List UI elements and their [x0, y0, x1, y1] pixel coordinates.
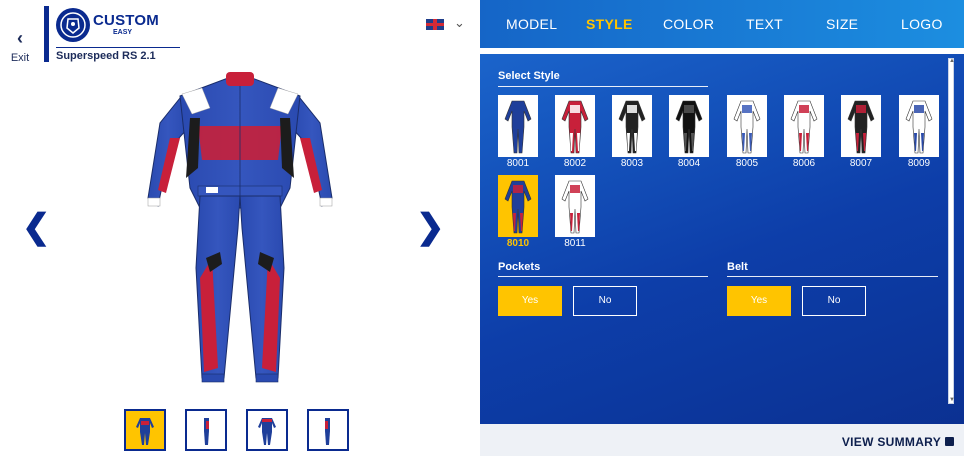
next-view-arrow-icon[interactable]: ❯: [416, 210, 445, 244]
logo-title: CUSTOM: [93, 12, 159, 29]
suit-style-icon: [733, 100, 761, 154]
step-nav: MODEL STYLE COLOR TEXT SIZE LOGO: [480, 0, 964, 48]
pockets-title: Pockets: [498, 261, 541, 273]
belt-no-button[interactable]: No: [802, 286, 866, 316]
style-option-8007[interactable]: [841, 95, 881, 157]
logo-subtitle: EASY: [113, 29, 133, 36]
style-option-8005[interactable]: [727, 95, 767, 157]
model-name: Superspeed RS 2.1: [56, 50, 156, 62]
suit-back-icon: [258, 418, 276, 445]
suit-style-icon: [905, 100, 933, 154]
view-thumbnails: [124, 409, 354, 451]
language-selector[interactable]: ⌄: [426, 15, 470, 32]
suit-style-icon: [504, 180, 532, 234]
style-option-8011[interactable]: [555, 175, 595, 237]
select-style-title: Select Style: [498, 70, 560, 82]
style-code-label: 8010: [506, 238, 530, 249]
logo-divider: [56, 47, 180, 48]
suit-style-icon: [561, 180, 589, 234]
thumb-front[interactable]: [124, 409, 166, 451]
configurator-app: ‹ Exit CUSTOM EASY Superspeed RS 2.1 ⌄ ❮…: [0, 0, 964, 456]
belt-divider: [727, 276, 938, 277]
logo-badge-icon: [56, 8, 90, 42]
exit-button[interactable]: ‹ Exit: [6, 28, 34, 64]
tab-style[interactable]: STYLE: [586, 16, 633, 32]
belt-yes-button[interactable]: Yes: [727, 286, 791, 316]
thumb-right-side[interactable]: [307, 409, 349, 451]
style-code-label: 8005: [735, 158, 759, 169]
tab-color[interactable]: COLOR: [663, 16, 714, 32]
select-style-divider: [498, 86, 708, 87]
pockets-yes-button[interactable]: Yes: [498, 286, 562, 316]
footer-bar: VIEW SUMMARY: [480, 424, 964, 456]
suit-style-icon: [561, 100, 589, 154]
tab-text[interactable]: TEXT: [746, 16, 783, 32]
uk-flag-icon: [426, 19, 444, 30]
suit-style-icon: [504, 100, 532, 154]
style-code-label: 8004: [677, 158, 701, 169]
preview-pane: ‹ Exit CUSTOM EASY Superspeed RS 2.1 ⌄ ❮…: [0, 0, 480, 456]
thumb-back[interactable]: [246, 409, 288, 451]
tab-size[interactable]: SIZE: [826, 16, 858, 32]
style-option-8003[interactable]: [612, 95, 652, 157]
view-summary-label: VIEW SUMMARY: [841, 435, 941, 449]
style-code-label: 8006: [792, 158, 816, 169]
belt-title: Belt: [727, 261, 748, 273]
suit-style-icon: [618, 100, 646, 154]
thumb-left-side[interactable]: [185, 409, 227, 451]
style-code-label: 8007: [849, 158, 873, 169]
chevron-left-icon: ‹: [17, 28, 23, 48]
style-code-label: 8002: [563, 158, 587, 169]
tab-model[interactable]: MODEL: [506, 16, 557, 32]
style-code-label: 8003: [620, 158, 644, 169]
suit-front-icon: [136, 418, 154, 445]
style-code-label: 8001: [506, 158, 530, 169]
prev-view-arrow-icon[interactable]: ❮: [22, 210, 51, 244]
suit-style-icon: [790, 100, 818, 154]
style-code-label: 8009: [907, 158, 931, 169]
suit-style-icon: [675, 100, 703, 154]
suit-side-icon: [325, 418, 330, 445]
pockets-no-button[interactable]: No: [573, 286, 637, 316]
style-option-8001[interactable]: [498, 95, 538, 157]
style-option-8006[interactable]: [784, 95, 824, 157]
save-icon: [945, 437, 954, 446]
style-code-label: 8011: [564, 238, 586, 249]
scroll-up-icon[interactable]: ▲: [949, 58, 955, 64]
tab-logo[interactable]: LOGO: [901, 16, 943, 32]
nav-divider: [480, 48, 964, 54]
panel-scrollbar[interactable]: [948, 58, 954, 404]
suit-preview: [147, 72, 333, 383]
config-pane: MODEL STYLE COLOR TEXT SIZE LOGO ▲ ▼ Sel…: [480, 0, 964, 456]
scroll-down-icon[interactable]: ▼: [949, 397, 955, 403]
chevron-down-icon: ⌄: [454, 15, 465, 30]
suit-style-icon: [847, 100, 875, 154]
logo-bar: [44, 6, 49, 62]
style-option-8002[interactable]: [555, 95, 595, 157]
style-option-8010[interactable]: [498, 175, 538, 237]
pockets-divider: [498, 276, 708, 277]
view-summary-button[interactable]: VIEW SUMMARY: [842, 435, 954, 449]
exit-label: Exit: [10, 52, 30, 64]
style-option-8009[interactable]: [899, 95, 939, 157]
style-option-8004[interactable]: [669, 95, 709, 157]
suit-side-icon: [204, 418, 209, 445]
